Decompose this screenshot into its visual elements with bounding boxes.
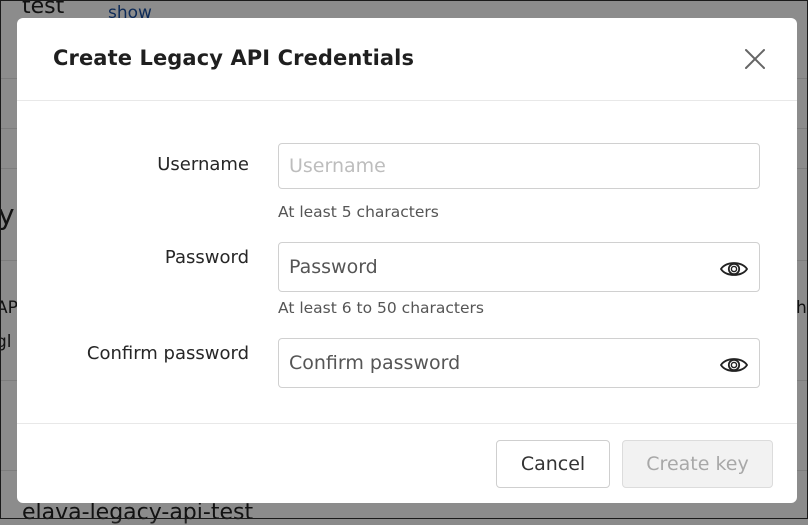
password-label: Password (164, 247, 249, 268)
password-input[interactable] (278, 242, 760, 292)
close-button[interactable] (737, 42, 773, 78)
eye-icon (719, 262, 749, 276)
password-hint: At least 6 to 50 characters (278, 299, 484, 317)
close-icon (745, 49, 765, 69)
dialog-header: Create Legacy API Credentials (17, 18, 797, 101)
create-key-button[interactable]: Create key (622, 440, 773, 488)
create-credentials-dialog: Create Legacy API Credentials Username A… (17, 18, 797, 503)
eye-icon (719, 358, 749, 372)
password-visibility-toggle[interactable] (719, 258, 749, 280)
confirm-password-label: Confirm password (86, 343, 249, 364)
username-input[interactable] (278, 143, 760, 189)
dialog-title: Create Legacy API Credentials (53, 46, 415, 70)
dialog-footer: Cancel Create key (17, 423, 797, 503)
confirm-password-input[interactable] (278, 338, 760, 388)
username-label: Username (157, 154, 249, 175)
cancel-button[interactable]: Cancel (496, 440, 610, 488)
username-hint: At least 5 characters (278, 203, 439, 221)
confirm-password-visibility-toggle[interactable] (719, 354, 749, 376)
